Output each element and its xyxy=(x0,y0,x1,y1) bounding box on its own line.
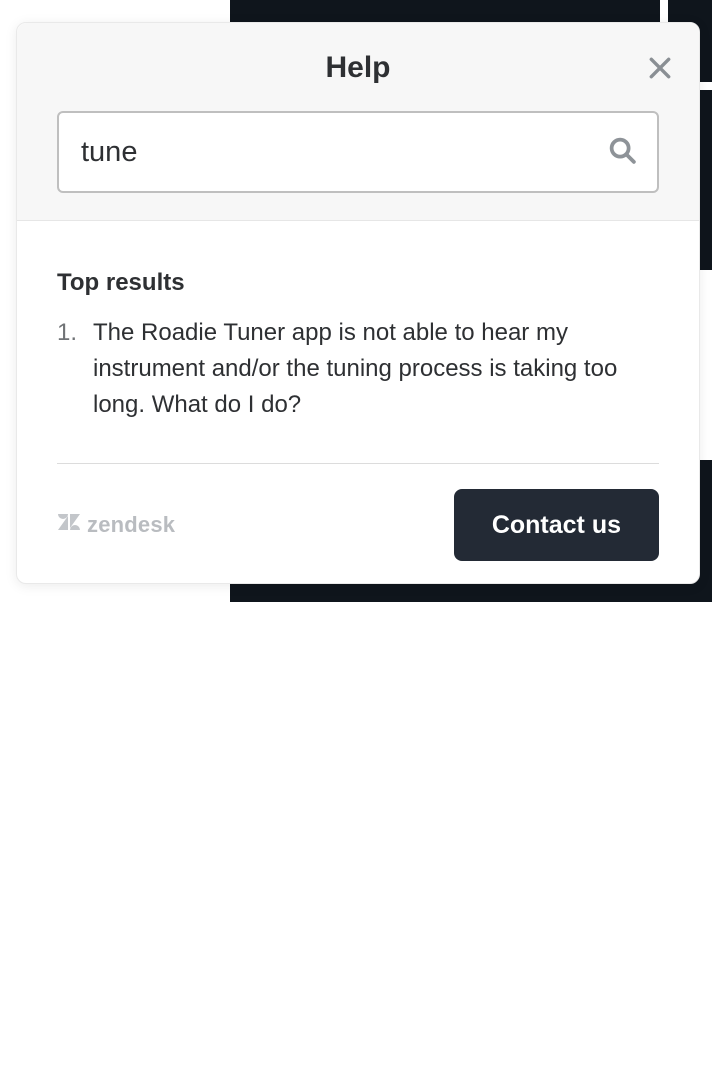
result-item[interactable]: 1. The Roadie Tuner app is not able to h… xyxy=(57,315,659,464)
search-field[interactable] xyxy=(57,111,659,193)
zendesk-brand[interactable]: zendesk xyxy=(57,510,175,540)
close-icon xyxy=(647,55,673,81)
search-input[interactable] xyxy=(81,136,607,169)
close-button[interactable] xyxy=(647,55,673,86)
contact-us-button[interactable]: Contact us xyxy=(454,489,659,561)
search-icon xyxy=(607,135,637,170)
result-text: The Roadie Tuner app is not able to hear… xyxy=(93,315,659,423)
widget-footer: zendesk Contact us xyxy=(57,489,659,561)
widget-header: Help xyxy=(17,23,699,221)
zendesk-label: zendesk xyxy=(87,512,175,538)
top-results-label: Top results xyxy=(57,269,659,297)
zendesk-icon xyxy=(57,510,81,540)
widget-body: Top results 1. The Roadie Tuner app is n… xyxy=(17,221,699,583)
help-widget: Help Top results 1. The Roadie Tuner app… xyxy=(16,22,700,584)
widget-title: Help xyxy=(17,23,699,85)
result-number: 1. xyxy=(57,315,83,423)
results-list: 1. The Roadie Tuner app is not able to h… xyxy=(57,315,659,464)
